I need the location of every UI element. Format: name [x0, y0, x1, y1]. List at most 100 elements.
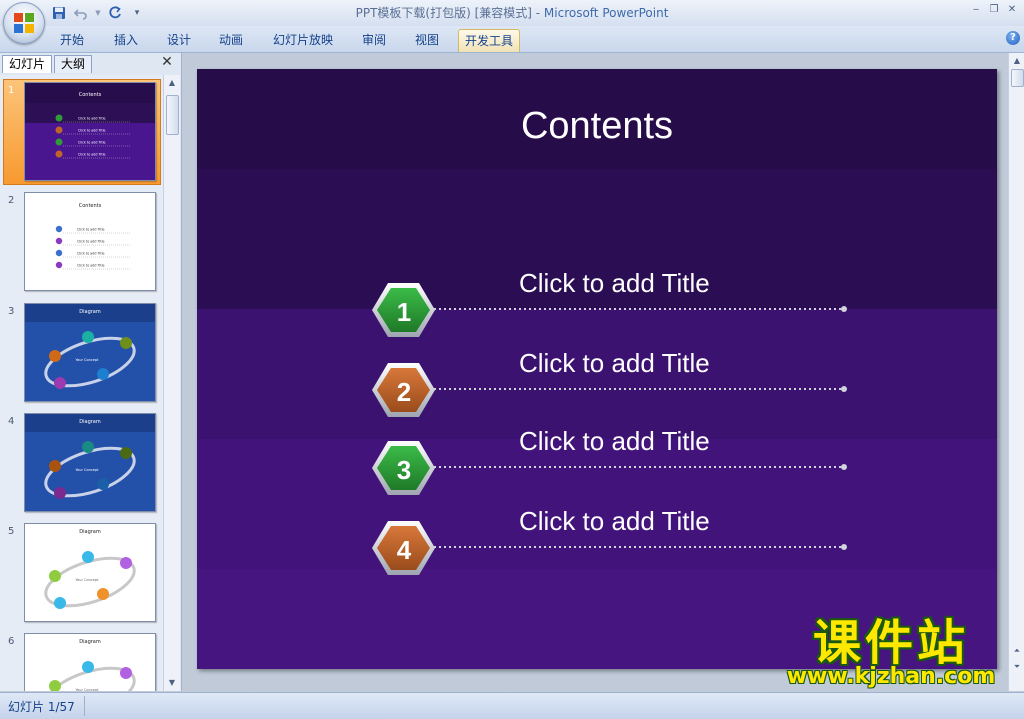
slide-editor: Contents 1 2 3 4 Click to add Title Clic… [182, 53, 1008, 691]
document-title: PPT模板下载(打包版) [兼容模式] - [355, 6, 544, 20]
thumbnail-number: 5 [8, 526, 15, 537]
slide-scrollbar[interactable]: ▲ ⏶ ⏷ [1008, 53, 1024, 691]
thumbnail-1-graphic: Contents Click to add Title Click to add… [25, 83, 155, 180]
item-3-number: 3 [397, 455, 411, 485]
slide-indicator: 幻灯片 1/57 [8, 700, 75, 714]
svg-text:Click to add Title: Click to add Title [78, 117, 106, 121]
tab-developer[interactable]: 开发工具 [458, 29, 521, 52]
tab-design[interactable]: 设计 [161, 31, 197, 49]
save-icon[interactable] [50, 4, 68, 22]
status-separator [84, 696, 85, 716]
window-controls: ‒ ❐ ✕ [970, 4, 1018, 16]
slide-band-light [197, 439, 997, 569]
svg-text:Your Concept: Your Concept [75, 358, 99, 362]
svg-text:Diagram: Diagram [79, 309, 101, 315]
scroll-down-icon[interactable]: ▼ [164, 675, 180, 691]
svg-text:Your Concept: Your Concept [75, 468, 99, 472]
thumbnail-list: 1 Contents Click to add Title Click to a… [0, 75, 163, 691]
svg-text:Click to add Title: Click to add Title [77, 252, 105, 256]
svg-text:Click to add Title: Click to add Title [78, 129, 106, 133]
thumbnail-number: 4 [8, 416, 15, 427]
thumbnail-number: 2 [8, 195, 15, 206]
tab-view[interactable]: 视图 [409, 31, 445, 49]
thumbnail-number: 3 [8, 306, 15, 317]
watermark-logo: 课件站 www.kjzhan.com [775, 616, 1007, 694]
office-logo-icon [14, 13, 34, 33]
slide-canvas: Contents 1 2 3 4 Click to add Title Clic… [197, 69, 997, 669]
svg-text:Diagram: Diagram [79, 419, 101, 425]
scrollbar-thumb[interactable] [1011, 69, 1024, 87]
current-slide[interactable]: Contents 1 2 3 4 Click to add Title Clic… [197, 69, 997, 669]
undo-icon[interactable] [72, 4, 90, 22]
svg-text:Click to add Title: Click to add Title [77, 228, 105, 232]
close-icon[interactable]: ✕ [160, 55, 174, 69]
help-icon[interactable]: ? [1006, 31, 1020, 45]
scrollbar-thumb[interactable] [166, 95, 179, 135]
app-name: Microsoft PowerPoint [543, 6, 669, 20]
title-bar: PPT模板下载(打包版) [兼容模式] - Microsoft PowerPoi… [0, 0, 1024, 26]
svg-text:Click to add Title: Click to add Title [78, 141, 106, 145]
item-2-number: 2 [397, 377, 411, 407]
close-window-icon[interactable]: ✕ [1006, 4, 1018, 16]
item-1-number: 1 [397, 297, 411, 327]
item-3-title-placeholder[interactable]: Click to add Title [519, 426, 710, 456]
tab-home[interactable]: 开始 [54, 31, 90, 49]
item-4-line-end [841, 544, 847, 550]
svg-text:Click to add Title: Click to add Title [78, 153, 106, 157]
office-button[interactable] [3, 2, 45, 44]
thumbnail-slide-1[interactable]: Contents Click to add Title Click to add… [24, 82, 156, 181]
redo-icon[interactable] [106, 4, 124, 22]
minimize-icon[interactable]: ‒ [970, 4, 982, 16]
svg-text:Your Concept: Your Concept [75, 688, 99, 691]
thumbnail-slide-6[interactable]: Diagram Your Concept [24, 633, 156, 691]
next-slide-icon[interactable]: ⏷ [1009, 659, 1024, 675]
thumbnail-6-graphic: Diagram Your Concept [44, 639, 136, 691]
svg-text:Click to add Title: Click to add Title [77, 240, 105, 244]
window-title: PPT模板下载(打包版) [兼容模式] - Microsoft PowerPoi… [0, 0, 1024, 26]
quick-access-toolbar: ▼ ▾ [50, 3, 146, 23]
svg-text:Contents: Contents [79, 92, 102, 98]
watermark-text: 课件站 [812, 615, 969, 671]
ribbon-tabs: 开始 插入 设计 动画 幻灯片放映 审阅 视图 开发工具 [0, 26, 1024, 53]
svg-text:Click to add Title: Click to add Title [77, 264, 105, 268]
thumbnail-2-graphic: Contents Click to add Title Click to add… [55, 203, 131, 270]
item-2-line-end [841, 386, 847, 392]
thumbnail-number: 6 [8, 636, 15, 647]
thumbnail-slide-2[interactable]: Contents Click to add Title Click to add… [24, 192, 156, 291]
tab-animations[interactable]: 动画 [213, 31, 249, 49]
thumbnail-slide-3[interactable]: Diagram Your Concept [24, 303, 156, 402]
svg-text:Diagram: Diagram [79, 639, 101, 645]
scroll-up-icon[interactable]: ▲ [1009, 53, 1024, 69]
tab-outline[interactable]: 大纲 [54, 55, 93, 73]
svg-text:Contents: Contents [79, 203, 102, 209]
thumbnail-3-graphic: Diagram Your Concept [25, 304, 155, 389]
item-4-title-placeholder[interactable]: Click to add Title [519, 506, 710, 536]
thumbnail-4-graphic: Diagram Your Concept [25, 414, 155, 499]
svg-text:Diagram: Diagram [79, 529, 101, 535]
tab-slideshow[interactable]: 幻灯片放映 [267, 31, 339, 49]
previous-slide-icon[interactable]: ⏶ [1009, 643, 1024, 659]
qat-customize-icon[interactable]: ▾ [128, 4, 146, 22]
thumbnail-slide-4[interactable]: Diagram Your Concept [24, 413, 156, 512]
chevron-down-icon[interactable]: ▼ [94, 4, 102, 22]
thumbnail-5-graphic: Diagram Your Concept [44, 529, 136, 609]
slide-title[interactable]: Contents [521, 105, 673, 147]
item-2-title-placeholder[interactable]: Click to add Title [519, 348, 710, 378]
item-1-line-end [841, 306, 847, 312]
watermark-url: www.kjzhan.com [786, 664, 996, 689]
item-1-title-placeholder[interactable]: Click to add Title [519, 268, 710, 298]
item-4-number: 4 [397, 535, 412, 565]
tab-review[interactable]: 审阅 [356, 31, 392, 49]
svg-text:Your Concept: Your Concept [75, 578, 99, 582]
thumbnail-scrollbar[interactable]: ▲ ▼ [163, 75, 180, 691]
thumbnail-number: 1 [8, 85, 15, 96]
item-3-line-end [841, 464, 847, 470]
status-bar: 幻灯片 1/57 [0, 692, 1024, 719]
restore-icon[interactable]: ❐ [988, 4, 1000, 16]
slides-pane: 幻灯片 大纲 ✕ 1 Contents Click to add Title C… [0, 53, 182, 691]
scroll-up-icon[interactable]: ▲ [164, 75, 180, 91]
thumbnail-slide-5[interactable]: Diagram Your Concept [24, 523, 156, 622]
tab-insert[interactable]: 插入 [108, 31, 144, 49]
tab-slides[interactable]: 幻灯片 [2, 55, 53, 73]
pane-tabs: 幻灯片 大纲 ✕ [0, 53, 181, 73]
